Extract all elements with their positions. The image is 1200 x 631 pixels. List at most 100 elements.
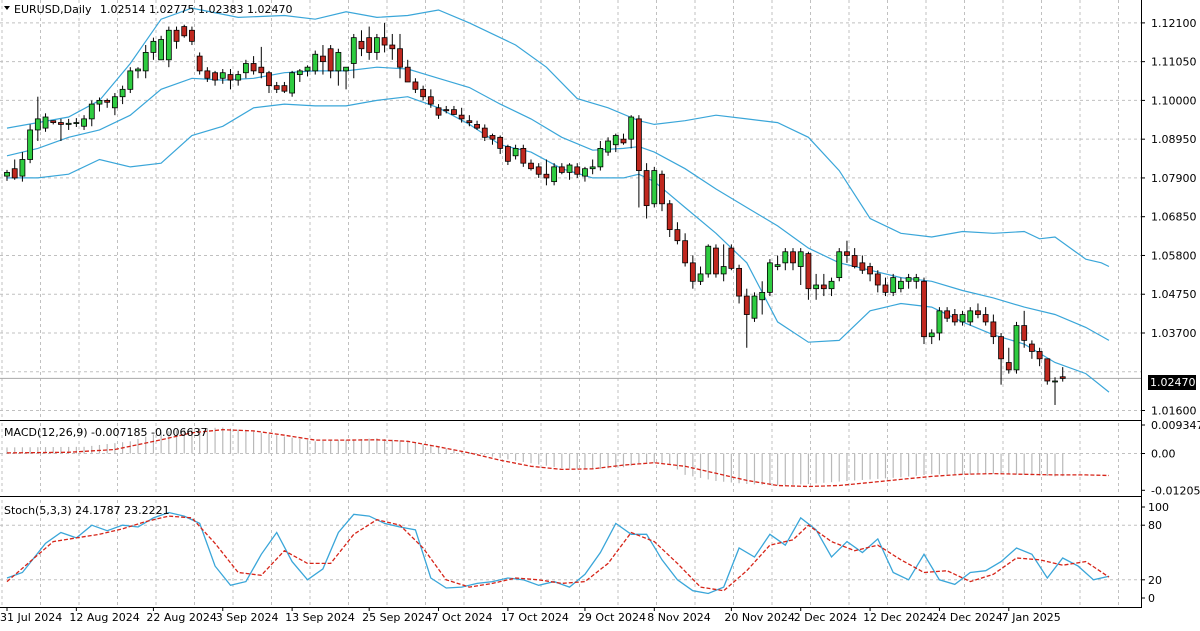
candle-body	[273, 85, 280, 90]
date-tick-label: 7 Oct 2024	[432, 611, 493, 624]
candle-body	[859, 262, 866, 271]
candle	[312, 50, 319, 75]
candle	[713, 244, 719, 278]
stoch-tick-label: 20	[1148, 574, 1162, 587]
candle	[651, 166, 658, 208]
candle-body	[589, 166, 596, 170]
candle-body	[936, 310, 943, 334]
candle-body	[289, 72, 296, 94]
candle-body	[651, 170, 658, 205]
candle-body	[643, 170, 650, 207]
candle-body	[158, 39, 165, 61]
candle-body	[659, 173, 665, 205]
candle-body	[844, 251, 850, 256]
candle-body	[743, 295, 750, 315]
candle	[289, 70, 296, 97]
candle-body	[204, 70, 211, 79]
candle	[27, 124, 34, 164]
candle-body	[766, 262, 773, 293]
date-tick-label: 31 Jul 2024	[0, 611, 62, 624]
candle-body	[697, 273, 704, 282]
date-tick-label: 12 Aug 2024	[69, 611, 139, 624]
candle	[890, 273, 897, 297]
candle-body	[227, 74, 234, 81]
price-tick-label: 1.06850	[1151, 211, 1197, 224]
date-tick-label: 20 Nov 2024	[724, 611, 794, 624]
candle-body	[127, 70, 134, 90]
candle-body	[666, 203, 673, 231]
candle-body	[242, 63, 249, 74]
candle	[751, 292, 758, 322]
candle-body	[19, 159, 26, 177]
candle-body	[497, 136, 504, 149]
date-tick-label: 2 Dec 2024	[794, 611, 857, 624]
candle-body	[4, 171, 10, 177]
price-tick-label: 1.01600	[1151, 405, 1197, 418]
candle-body	[597, 148, 604, 168]
candle-body	[466, 120, 473, 123]
candle-body	[258, 66, 265, 74]
candle	[705, 244, 712, 278]
candle-body	[828, 280, 835, 290]
candle-body	[42, 116, 49, 129]
candle-body	[34, 118, 41, 131]
stoch-title: Stoch(5,3,3) 24.1787 23.2221	[4, 504, 170, 517]
price-tick-label: 1.04750	[1151, 288, 1197, 301]
candle-body	[327, 48, 334, 72]
candle-body	[150, 40, 157, 53]
candle-body	[212, 72, 218, 81]
date-tick-label: 7 Jan 2025	[1002, 611, 1061, 624]
candle-body	[967, 310, 974, 323]
candle-body	[96, 100, 103, 105]
stoch-tick-label: 100	[1148, 501, 1169, 514]
candle-body	[165, 29, 172, 61]
candle-body	[420, 88, 427, 98]
candle-body	[874, 273, 881, 286]
candle-body	[458, 114, 465, 120]
candle-body	[304, 66, 311, 72]
candle-body	[181, 26, 188, 37]
candle-body	[797, 251, 804, 267]
candle-body	[605, 140, 611, 153]
candle-body	[897, 280, 904, 290]
candle-body	[551, 166, 558, 183]
candle-body	[73, 122, 80, 124]
candle-body	[944, 310, 951, 319]
candle-body	[1044, 358, 1051, 382]
current-price-label: 1.02470	[1150, 376, 1196, 389]
candle-body	[196, 55, 203, 72]
candle-body	[867, 266, 873, 275]
candle	[836, 248, 843, 282]
candle	[181, 24, 188, 38]
candle	[1044, 358, 1051, 385]
candle-body	[982, 314, 989, 323]
candle-body	[682, 240, 689, 264]
candle-body	[65, 122, 72, 125]
candle-body	[751, 295, 758, 319]
date-tick-label: 8 Nov 2024	[647, 611, 710, 624]
candle-body	[281, 85, 288, 92]
candle	[921, 277, 927, 345]
candle-body	[119, 88, 126, 98]
price-tick-label: 1.03700	[1151, 327, 1197, 340]
candle-body	[427, 96, 434, 105]
candle-body	[173, 29, 180, 42]
candle-body	[628, 116, 635, 140]
candle-body	[890, 277, 897, 293]
candle-body	[728, 247, 735, 269]
candle-body	[504, 146, 511, 162]
candle-body	[81, 118, 87, 127]
trading-chart: 1.12100 1.11050 1.10000 1.08950 1.07900 1.068…	[0, 0, 1200, 631]
candle-body	[528, 162, 534, 170]
candle-body	[928, 332, 935, 338]
candle-body	[813, 284, 820, 290]
candle-body	[350, 37, 357, 64]
candle-body	[535, 166, 542, 175]
macd-tick-label: 0.009347	[1151, 419, 1200, 432]
candle-body	[921, 280, 927, 338]
price-tick-label: 1.05800	[1151, 249, 1197, 262]
candle-body	[820, 284, 827, 290]
candle-body	[959, 314, 966, 323]
candle-body	[27, 129, 34, 160]
candle-body	[489, 135, 496, 140]
